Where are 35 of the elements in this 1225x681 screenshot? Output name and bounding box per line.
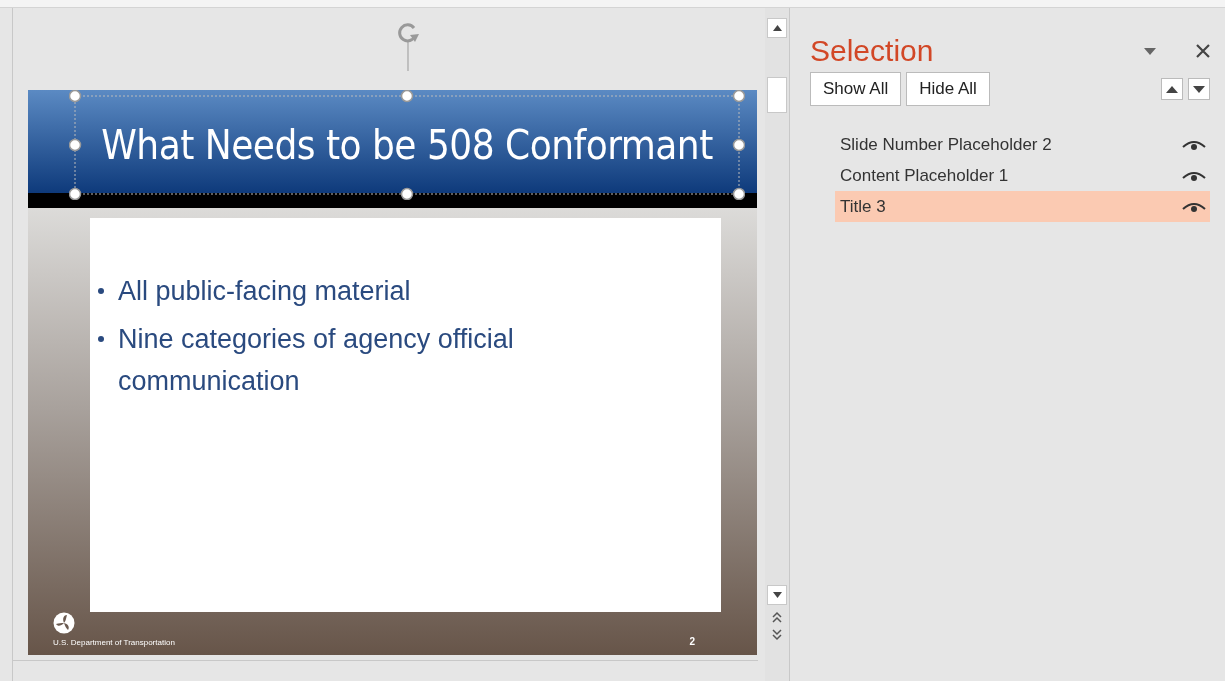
previous-slide-icon[interactable] <box>772 611 782 623</box>
eye-icon[interactable] <box>1182 138 1206 151</box>
slide-title: What Needs to be 508 Conformant <box>101 122 713 168</box>
item-label: Title 3 <box>840 196 886 217</box>
pane-button[interactable]: Hide All <box>906 72 990 106</box>
bullet-icon <box>98 336 104 342</box>
down-arrow-icon <box>772 592 782 598</box>
selection-item[interactable]: Content Placeholder 1 <box>835 160 1210 191</box>
up-arrow-icon <box>772 25 782 31</box>
bullet-text: Nine categories of agency official communication <box>118 323 515 398</box>
selection-item[interactable]: Title 3 <box>835 191 1210 222</box>
eye-icon[interactable] <box>1182 169 1206 182</box>
item-label: Slide Number Placeholder 2 <box>840 134 1052 155</box>
eye-icon[interactable] <box>1182 200 1206 213</box>
selection-frame[interactable] <box>69 90 745 200</box>
up-arrow-icon <box>1166 85 1178 93</box>
scroll-thumb[interactable] <box>767 77 787 113</box>
pane-button[interactable]: Show All <box>810 72 902 106</box>
slide-number: 2 <box>689 636 695 647</box>
next-slide-icon[interactable] <box>772 629 782 641</box>
scrollbar[interactable] <box>765 8 790 681</box>
selection-item[interactable]: Slide Number Placeholder 2 <box>835 129 1210 160</box>
send-backward-button[interactable] <box>1188 78 1210 100</box>
scroll-down-button[interactable] <box>767 585 787 605</box>
bullet-text: All public-facing material <box>118 275 411 308</box>
bullet-icon <box>98 288 104 294</box>
dropdown-icon[interactable] <box>1144 47 1156 55</box>
logo-icon <box>53 612 75 634</box>
item-label: Content Placeholder 1 <box>840 165 1009 186</box>
bring-forward-button[interactable] <box>1161 78 1183 100</box>
footer-text: U.S. Department of Transportation <box>53 638 175 647</box>
down-arrow-icon <box>1193 85 1205 93</box>
pane-title: Selection <box>810 34 934 68</box>
scroll-up-button[interactable] <box>767 18 787 38</box>
close-icon[interactable] <box>1196 44 1210 58</box>
